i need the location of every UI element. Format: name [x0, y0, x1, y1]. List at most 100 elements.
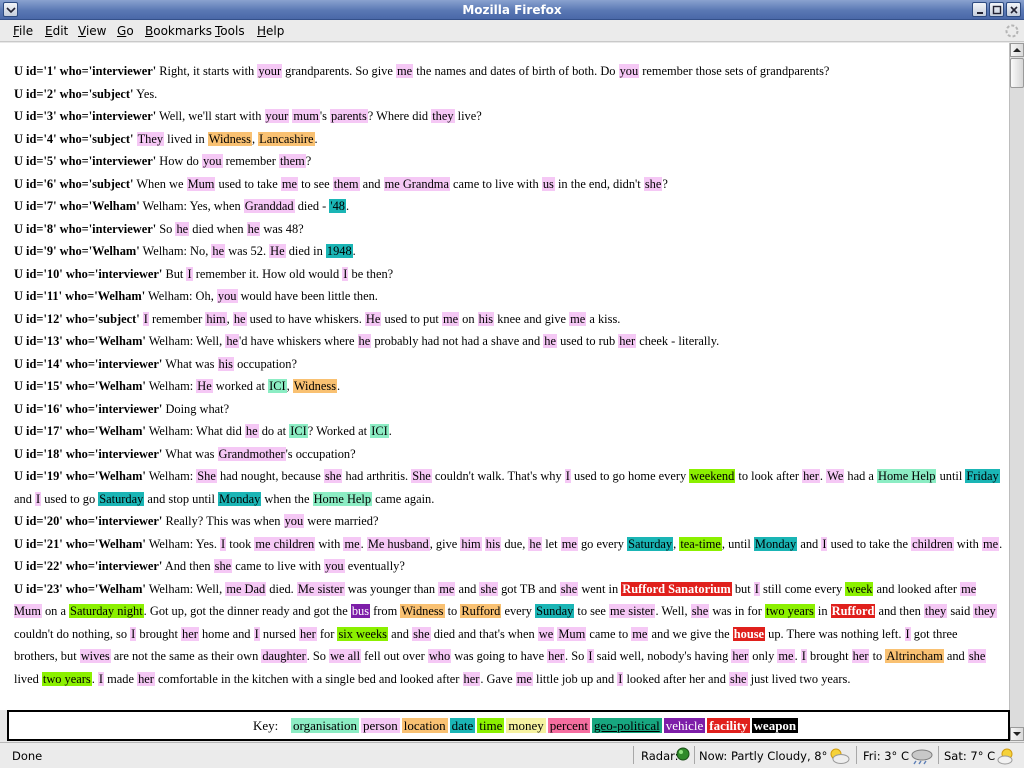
content-viewport[interactable]: U id='1' who='interviewer' Right, it sta… [0, 43, 1009, 710]
entity-person: her [851, 649, 870, 663]
speaker-tag: U id='13' who='Welham' [14, 334, 146, 348]
utterance-text: home and [198, 626, 254, 641]
utterance-text: Yes. [133, 86, 158, 101]
utterance-text: was in for [709, 604, 765, 618]
utterance-text: What was [162, 446, 218, 461]
entity-person: her [731, 649, 750, 663]
weather-saturday[interactable]: Sat: 7° C [944, 749, 995, 763]
entity-person: her [547, 649, 565, 663]
maximize-button[interactable] [989, 2, 1004, 17]
radar-label[interactable]: Radar: [641, 749, 679, 763]
entity-person: me sister [609, 604, 656, 618]
menu-edit[interactable]: Edit [45, 24, 68, 38]
utterance-text: still come every [759, 581, 846, 596]
utterance-text: Really? This was when [162, 514, 284, 528]
entity-person: us [541, 176, 555, 191]
entity-person: who [427, 649, 452, 663]
utterance-text: Well, we'll start with [156, 109, 265, 123]
entity-person: she [690, 604, 710, 618]
utterance-text: came to live with [449, 176, 542, 191]
close-button[interactable] [1006, 2, 1021, 17]
entity-person: me [515, 671, 533, 686]
status-divider [633, 746, 634, 764]
utterance-text: every [501, 604, 536, 618]
utterance-text: Welham: What did [145, 424, 245, 438]
window-title-bar[interactable]: Mozilla Firefox [0, 0, 1024, 20]
menu-go[interactable]: Go [117, 24, 134, 38]
utterance-text: said well, nobody's having [593, 649, 732, 663]
entity-person: me [981, 536, 1000, 551]
scrollbar-thumb[interactable] [1010, 58, 1024, 88]
entity-person: you [201, 154, 223, 168]
utterance-text: . [346, 199, 350, 213]
utterance-text: couldn't do nothing, so [14, 626, 131, 641]
weather-now[interactable]: Now: Partly Cloudy, 8° C [699, 749, 839, 763]
rain-cloud-icon [911, 749, 933, 765]
entity-facility: Rufford [830, 604, 876, 618]
key-facility: facility [707, 718, 750, 733]
entity-person: them [278, 154, 306, 168]
utterance-text: used to take [215, 176, 281, 191]
entity-location: Rufford [460, 604, 502, 618]
utterance-text: go every [577, 536, 628, 551]
entity-person: Me sister [296, 581, 345, 596]
entity-person: He [269, 244, 286, 258]
entity-person: they [431, 109, 455, 123]
entity-person: his [217, 356, 234, 371]
entity-person: me [569, 311, 587, 326]
utterance-text: used to go home every [570, 469, 690, 483]
utterance-text: But [162, 266, 187, 281]
weather-friday[interactable]: Fri: 3° C [863, 749, 909, 763]
scroll-down-button[interactable] [1010, 727, 1024, 741]
entity-person: she [323, 469, 343, 483]
utterance-text: died. [266, 581, 297, 596]
entity-person: she [967, 649, 987, 663]
throbber-icon [1005, 24, 1019, 38]
scroll-up-button[interactable] [1010, 43, 1024, 57]
entity-date: Saturday [98, 491, 145, 506]
utterance-text: and looked after [873, 581, 961, 596]
menu-tools[interactable]: Tools [215, 24, 245, 38]
entity-person: he [211, 244, 226, 258]
utterance-text: And then [162, 559, 214, 573]
utterance-text: . Well, [655, 604, 691, 618]
utterance: U id='13' who='Welham' Welham: Well, he'… [14, 330, 1004, 353]
utterance-text: brought [136, 626, 182, 641]
entity-vehicle: bus [350, 604, 371, 618]
menu-bookmarks[interactable]: Bookmarks [145, 24, 212, 38]
utterance-text: were married? [304, 514, 379, 528]
utterance-text: in the end, didn't [554, 176, 644, 191]
entity-person: me [280, 176, 298, 191]
speaker-tag: U id='16' who='interviewer' [14, 401, 163, 416]
utterance-text: died and that's when [430, 626, 538, 641]
entity-person: your [257, 64, 283, 78]
entity-person: me children [254, 536, 316, 551]
entity-person: we all [329, 649, 362, 663]
partly-cloudy-icon [830, 748, 850, 764]
radar-icon[interactable] [676, 747, 690, 761]
utterance-text: live? [454, 109, 482, 123]
utterance: U id='23' who='Welham' Welham: Well, me … [14, 578, 1004, 691]
utterance-text: brought [806, 649, 852, 663]
utterance: U id='15' who='Welham' Welham: He worked… [14, 375, 1004, 398]
entity-person: her [618, 334, 637, 348]
utterance-text: used to put [381, 311, 442, 326]
utterance-text: , [226, 311, 233, 326]
vertical-scrollbar[interactable] [1009, 43, 1024, 741]
utterance: U id='17' who='Welham' Welham: What did … [14, 420, 1004, 443]
utterance-text: probably had not had a shave and [371, 334, 544, 348]
menu-file[interactable]: File [13, 24, 33, 38]
menu-view[interactable]: View [78, 24, 106, 38]
entity-person: Granddad [243, 199, 295, 213]
entity-location: Widness [400, 604, 445, 618]
speaker-tag: U id='2' who='subject' [14, 86, 134, 101]
menu-help[interactable]: Help [257, 24, 284, 38]
utterance-text: 'd have whiskers where [239, 334, 358, 348]
speaker-tag: U id='10' who='interviewer' [14, 266, 163, 281]
utterance-text: a kiss. [586, 311, 621, 326]
minimize-button[interactable] [972, 2, 987, 17]
utterance-text: Welham: Yes. [145, 536, 221, 551]
entity-time: Saturday night [69, 604, 144, 618]
utterance: U id='7' who='Welham' Welham: Yes, when … [14, 195, 1004, 218]
status-divider [856, 746, 857, 764]
